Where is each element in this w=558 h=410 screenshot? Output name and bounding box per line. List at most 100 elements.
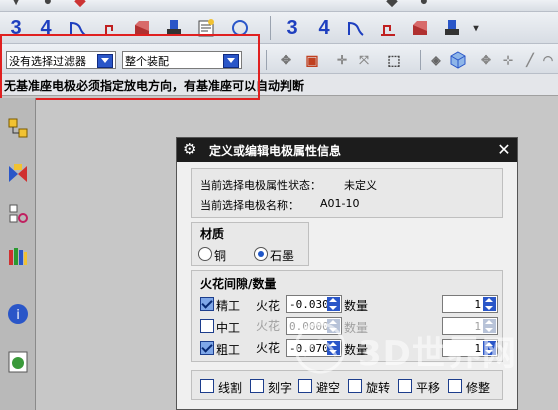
curve-svg [348,21,364,36]
cube-icon[interactable] [446,48,470,72]
snap-icon[interactable]: ✥ [274,48,298,72]
options-group: 线割 刻字 避空 旋转 平移 修整 [191,370,503,400]
toolbar-row-1: ▼ ● ◆ ◆ ● [0,0,558,12]
tool-icon[interactable]: ◆ [68,0,92,12]
medium-checkbox[interactable] [200,319,214,333]
close-icon: ✕ [497,140,511,159]
material-title: 材质 [200,227,225,241]
electrode-3-icon-2[interactable]: 3 [280,16,304,40]
dialog-title: 定义或编辑电极属性信息 [209,144,342,158]
curve-icon-2[interactable] [344,16,368,40]
spin-arrows-icon [327,319,340,333]
dialog-titlebar[interactable]: ⚙ 定义或编辑电极属性信息 ✕ [177,138,517,162]
vertex-icon[interactable]: ⊹ [496,48,520,72]
label-3: 3 [286,16,298,39]
finish-qty-input[interactable]: 1 [442,295,498,313]
eraser-icon[interactable]: ◈ [424,48,448,72]
move-icon[interactable]: ✛ [330,48,354,72]
library-svg [9,248,27,265]
part-navigator-icon[interactable] [6,202,30,226]
wire-cut-checkbox[interactable] [200,379,214,393]
rough-qty-label: 数量 [344,343,369,357]
toolbar-separator [266,50,267,70]
info-group: 当前选择电极属性状态： 未定义 当前选择电极名称： A01-10 [191,168,503,218]
rough-qty-value: 1 [474,342,481,355]
rotate-label: 旋转 [366,381,391,395]
graphite-radio[interactable] [254,247,268,261]
trim-checkbox[interactable] [448,379,462,393]
finish-spark-label: 火花 [256,299,281,313]
overflow-icon[interactable]: ▾ [464,16,488,40]
engrave-checkbox[interactable] [250,379,264,393]
finish-qty-value: 1 [474,298,481,311]
rough-spark-input[interactable]: -0.070 [286,339,342,357]
engrave-label: 刻字 [268,381,293,395]
tool-icon[interactable]: ● [36,0,60,12]
rough-spark-value: -0.070 [289,342,329,355]
spin-arrows-icon [483,319,496,333]
finish-checkbox[interactable] [200,297,214,311]
block-icon-2[interactable] [408,16,432,40]
rough-checkbox[interactable] [200,341,214,355]
name-value: A01-10 [320,197,360,210]
material-group: 材质 铜 石墨 [191,222,309,266]
arc-icon[interactable]: ◠ [536,48,558,72]
label-4: 4 [318,16,330,39]
trim-label: 修整 [466,381,491,395]
medium-spark-label: 火花 [256,319,281,333]
rough-label: 粗工 [216,343,241,357]
state-label: 当前选择电极属性状态： [200,179,321,192]
spark-gap-group: 火花间隙/数量 精工 火花 -0.030 数量 1 中工 火花 0.0000 数… [191,270,503,362]
spin-arrows-icon[interactable] [483,297,496,311]
spin-arrows-icon[interactable] [483,341,496,355]
translate-label: 平移 [416,381,441,395]
svg-text:i: i [16,308,20,323]
point-icon[interactable]: ✥ [474,48,498,72]
tool-icon[interactable]: ◆ [380,0,404,12]
gear-icon: ⚙ [183,140,197,158]
close-button[interactable]: ✕ [495,141,513,159]
spark-title: 火花间隙/数量 [200,277,277,291]
spin-arrows-icon[interactable] [327,297,340,311]
medium-label: 中工 [216,321,241,335]
finish-label: 精工 [216,299,241,313]
electrode-svg [445,20,459,35]
highlight-box [0,34,260,100]
rectangle-select-icon[interactable]: ⬚ [382,48,406,72]
graphite-label: 石墨 [270,249,295,263]
tool-icon[interactable]: ▼ [4,0,28,12]
constraint-navigator-icon[interactable] [6,162,30,186]
part-nav-svg [9,204,28,223]
clearance-checkbox[interactable] [298,379,312,393]
medium-qty-value: 1 [474,320,481,333]
rotate-checkbox[interactable] [348,379,362,393]
medium-qty-input: 1 [442,317,498,335]
tool-icon[interactable]: ● [412,0,436,12]
constraint-nav-svg [9,164,27,182]
history-icon[interactable] [6,350,30,374]
finish-spark-value: -0.030 [289,298,329,311]
translate-checkbox[interactable] [398,379,412,393]
state-value: 未定义 [344,179,377,192]
toolbar-separator [420,50,421,70]
electrode-icon-2[interactable] [440,16,464,40]
assembly-navigator-icon[interactable] [6,116,30,140]
electrode-properties-dialog: ⚙ 定义或编辑电极属性信息 ✕ 当前选择电极属性状态： 未定义 当前选择电极名称… [176,137,518,410]
select-filter-icon[interactable]: ▣ [300,48,324,72]
reuse-library-icon[interactable] [6,244,30,268]
electrode-4-icon-2[interactable]: 4 [312,16,336,40]
link-icon[interactable]: ⤧ [352,48,376,72]
web-browser-icon[interactable]: i [6,302,30,326]
profile-svg [381,25,395,36]
finish-spark-input[interactable]: -0.030 [286,295,342,313]
rough-qty-input[interactable]: 1 [442,339,498,357]
history-svg [8,351,28,373]
profile-icon-2[interactable] [376,16,400,40]
resource-bar: i [0,98,36,410]
spin-arrows-icon[interactable] [327,341,340,355]
cube-svg [450,51,466,69]
clearance-label: 避空 [316,381,341,395]
assembly-nav-svg [8,118,28,138]
finish-qty-label: 数量 [344,299,369,313]
copper-radio[interactable] [198,247,212,261]
